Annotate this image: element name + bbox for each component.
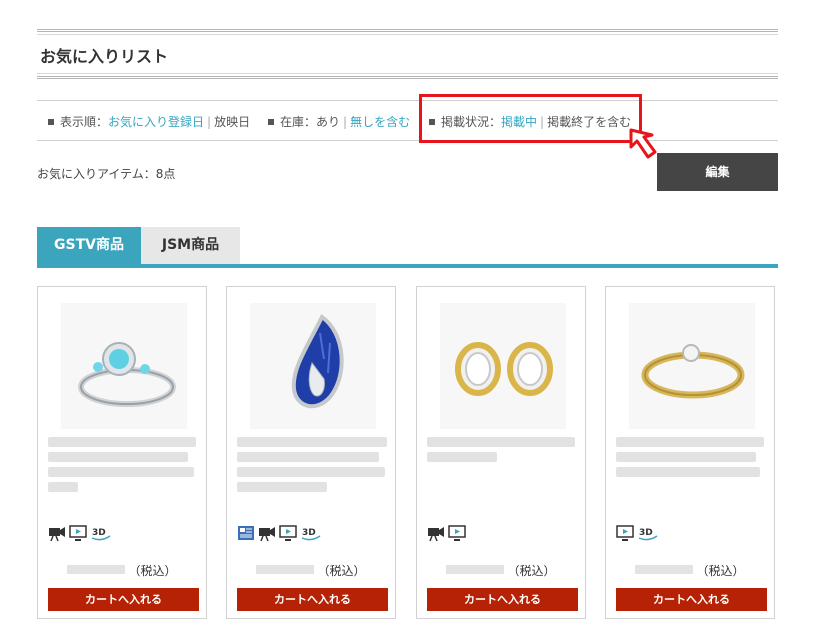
video-icon [49,527,65,542]
tv-play-icon [69,525,87,541]
tv-play-icon [448,525,466,541]
stock-filter: 在庫：あり | 無しを含む [268,113,410,130]
edit-button[interactable]: 編集 [657,153,778,191]
svg-text:3D: 3D [92,528,106,538]
add-to-cart-button[interactable]: カートへ入れる [427,588,578,611]
product-card[interactable]: 3D （税込） カートへ入れる [37,286,207,619]
stock-option-include-none[interactable]: 無しを含む [350,115,410,129]
product-card[interactable]: 3D （税込） カートへ入れる [226,286,396,619]
tv-play-icon [279,525,297,541]
video-icon [428,527,444,542]
tab-underline [37,264,778,268]
tv-play-icon [616,525,634,541]
favorites-count: お気に入りアイテム：8点 [37,167,176,181]
add-to-cart-button[interactable]: カートへ入れる [616,588,767,611]
product-price: （税込） [38,562,206,579]
sort-option-broadcast-date[interactable]: 放映日 [214,115,250,129]
catalog-icon [238,526,254,540]
stock-option-available[interactable]: あり [316,115,340,129]
product-image-aquamarine-ring[interactable] [61,303,187,429]
sort-option-favorite-date[interactable]: お気に入り登録日 [108,115,204,129]
tab-jsm[interactable]: JSM商品 [141,227,240,264]
filter-bar: 表示順：お気に入り登録日 | 放映日 在庫：あり | 無しを含む 掲載状況：掲載中 | 掲載… [37,100,778,141]
3d-icon: 3D [638,528,658,541]
page-title-box: お気に入りリスト [37,29,778,79]
video-icon [259,527,275,542]
product-card[interactable]: 3D （税込） カートへ入れる [605,286,775,619]
product-card[interactable]: （税込） カートへ入れる [416,286,586,619]
add-to-cart-button[interactable]: カートへ入れる [237,588,388,611]
highlight-box [419,94,642,143]
3d-icon: 3D [91,528,111,541]
product-image-hoop-earrings[interactable] [440,303,566,429]
sort-label: 表示順： [60,115,109,129]
bullet-icon [48,119,54,125]
stock-label: 在庫： [280,115,317,129]
tab-gstv[interactable]: GSTV商品 [37,227,141,264]
svg-text:3D: 3D [639,528,653,538]
bullet-icon [268,119,274,125]
product-price: （税込） [606,562,774,579]
svg-text:3D: 3D [302,528,316,538]
product-image-sapphire-pendant[interactable] [250,303,376,429]
3d-icon: 3D [301,528,321,541]
product-image-diamond-gold-ring[interactable] [629,303,755,429]
sort-filter: 表示順：お気に入り登録日 | 放映日 [48,113,250,130]
product-price: （税込） [227,562,395,579]
product-price: （税込） [417,562,585,579]
add-to-cart-button[interactable]: カートへ入れる [48,588,199,611]
page-title: お気に入りリスト [40,47,169,66]
